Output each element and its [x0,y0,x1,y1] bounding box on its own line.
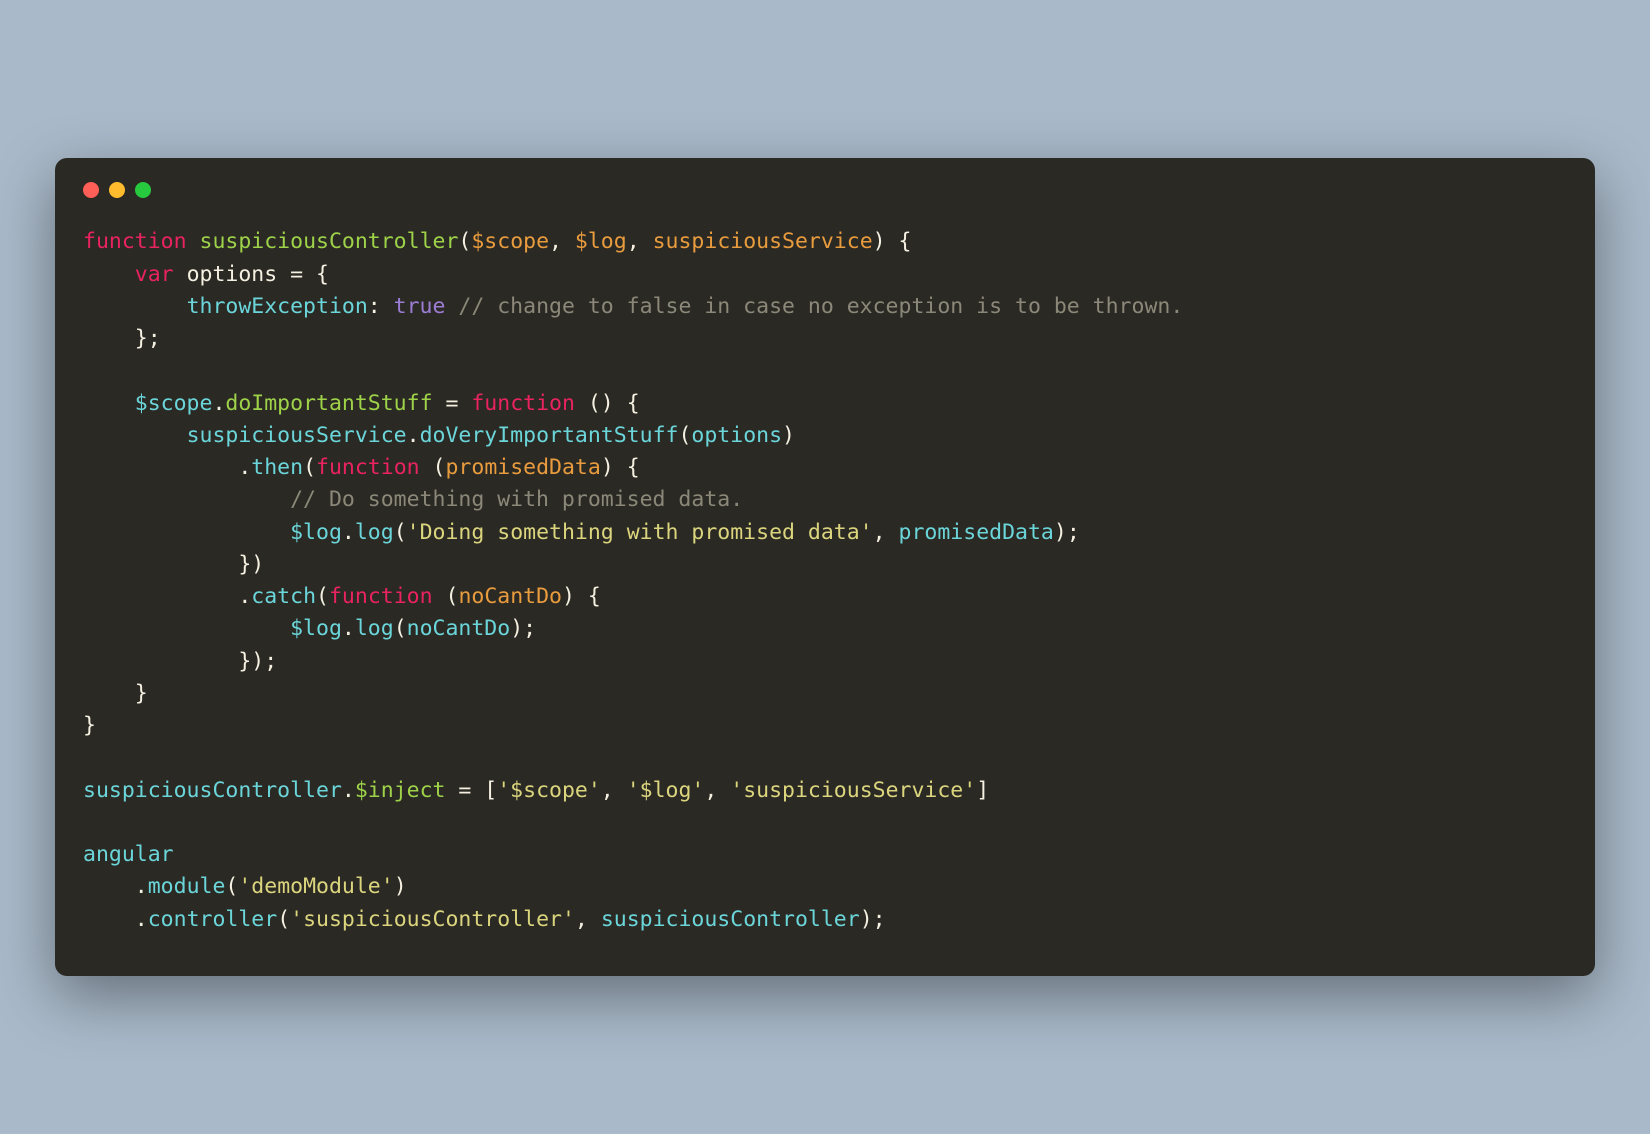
var-options: options [187,262,278,287]
string-literal: 'Doing something with promised data' [407,520,873,545]
keyword-function: function [329,584,433,609]
keyword-function: function [83,229,187,254]
log-obj: $log [290,616,342,641]
angular-obj: angular [83,842,174,867]
method-log: log [355,520,394,545]
param-no-cant-do: noCantDo [458,584,562,609]
string-literal: 'suspiciousService' [730,778,976,803]
arg-controller: suspiciousController [601,907,860,932]
comment: // Do something with promised data. [290,487,743,512]
log-obj: $log [290,520,342,545]
param-scope: $scope [471,229,549,254]
controller-obj: suspiciousController [83,778,342,803]
string-literal: 'demoModule' [238,874,393,899]
method-catch: catch [251,584,316,609]
method-log: log [355,616,394,641]
arg-no-cant-do: noCantDo [407,616,511,641]
method-module: module [148,874,226,899]
maximize-icon[interactable] [135,182,151,198]
prop-throw-exception: throwException [187,294,368,319]
method-then: then [251,455,303,480]
method-controller: controller [148,907,277,932]
param-service: suspiciousService [653,229,873,254]
string-literal: 'suspiciousController' [290,907,575,932]
code-block: function suspiciousController($scope, $l… [83,226,1567,936]
comment: // change to false in case no exception … [458,294,1183,319]
arg-promised-data: promisedData [899,520,1054,545]
close-icon[interactable] [83,182,99,198]
scope-obj: $scope [135,391,213,416]
keyword-var: var [135,262,174,287]
minimize-icon[interactable] [109,182,125,198]
keyword-function: function [316,455,420,480]
function-name: suspiciousController [200,229,459,254]
method-do-very-important: doVeryImportantStuff [420,423,679,448]
window-title-bar [83,182,1567,198]
prop-do-important: doImportantStuff [225,391,432,416]
editor-window: function suspiciousController($scope, $l… [55,158,1595,976]
string-literal: '$log' [627,778,705,803]
param-log: $log [575,229,627,254]
bool-true: true [394,294,446,319]
prop-inject: $inject [355,778,446,803]
param-promised-data: promisedData [445,455,600,480]
keyword-function: function [471,391,575,416]
arg-options: options [691,423,782,448]
service-obj: suspiciousService [187,423,407,448]
string-literal: '$scope' [497,778,601,803]
